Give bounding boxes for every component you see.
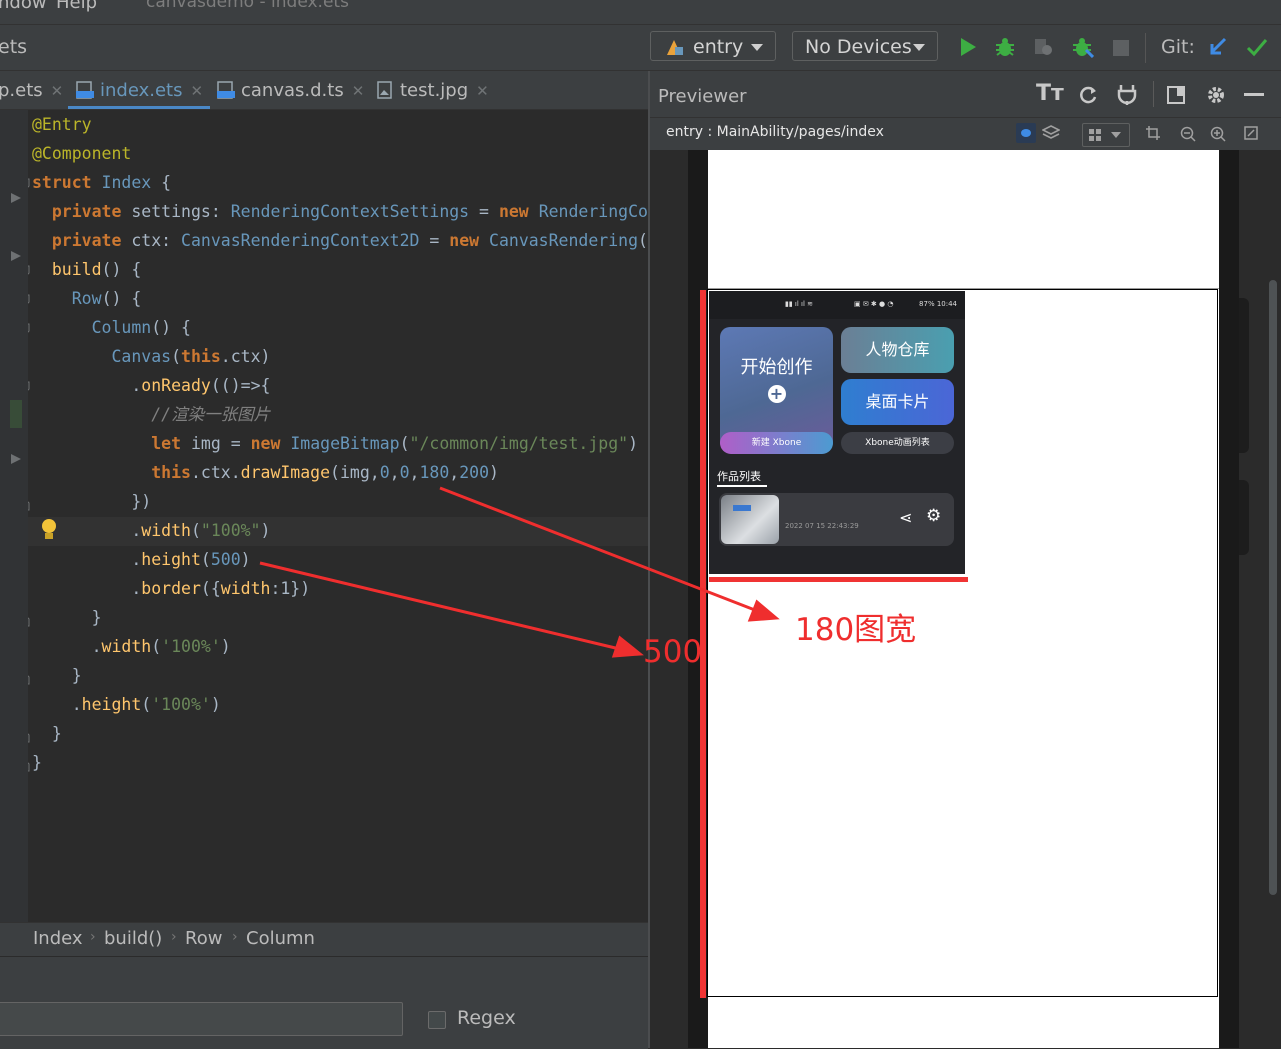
annotation-arrows <box>259 486 780 658</box>
arrow-head-icon <box>611 635 644 658</box>
width-annotation: 180图宽 <box>795 612 917 648</box>
arrow-to-height-label <box>259 561 629 653</box>
arrow-to-width-label <box>439 486 761 614</box>
height-annotation: 500 <box>643 634 703 670</box>
arrow-head-icon <box>747 599 780 622</box>
